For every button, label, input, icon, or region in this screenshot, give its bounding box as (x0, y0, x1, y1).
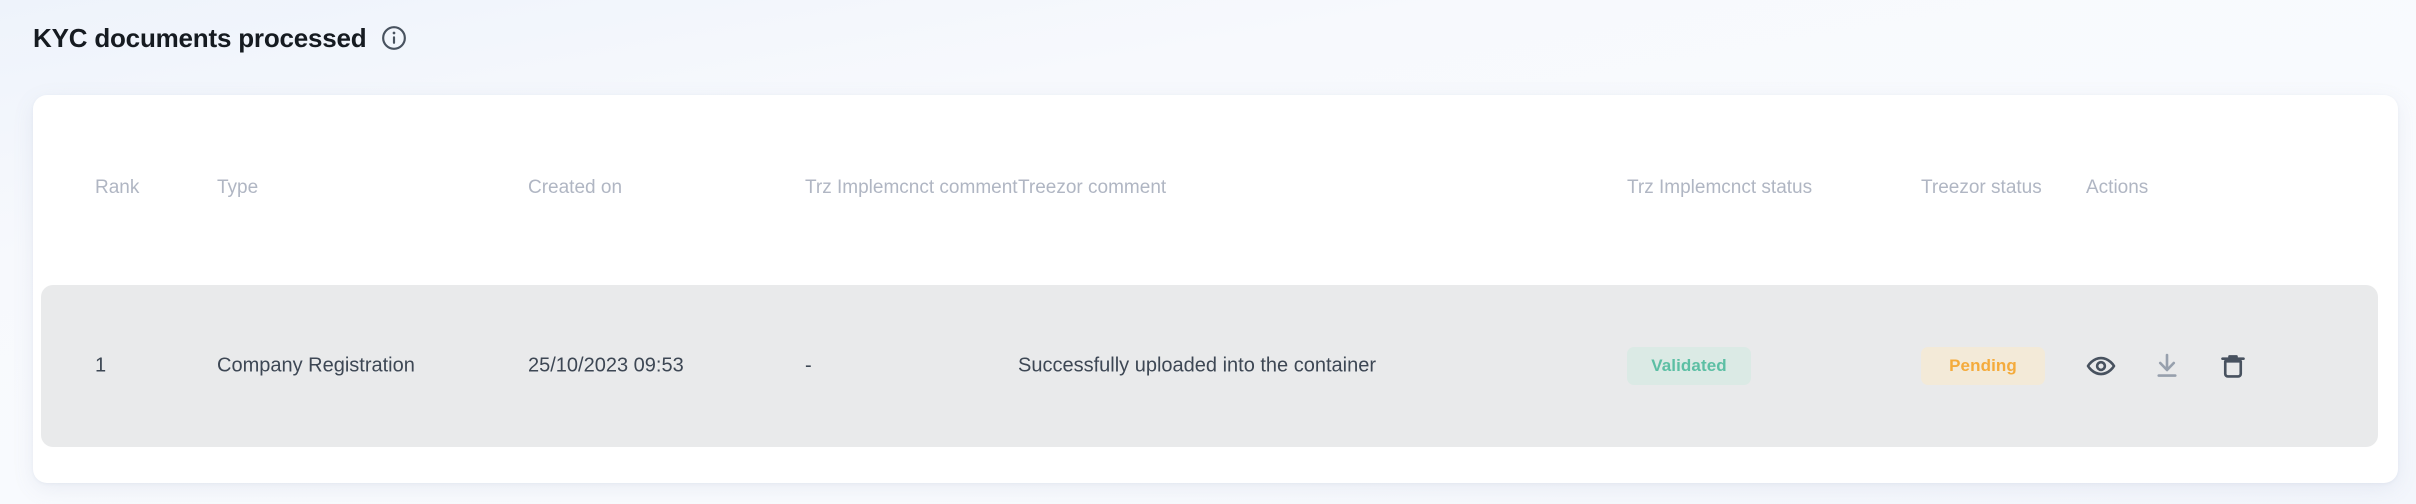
download-button[interactable] (2152, 351, 2182, 381)
cell-actions (2086, 351, 2248, 381)
column-header-treezor-comment: Treezor comment (1018, 177, 1167, 198)
download-icon (2152, 351, 2182, 381)
delete-icon (2218, 351, 2248, 381)
column-header-trz-implemcnct-status: Trz Implemcnct status (1627, 177, 1813, 198)
delete-button[interactable] (2218, 351, 2248, 381)
table-row[interactable]: 1 Company Registration 25/10/2023 09:53 … (41, 285, 2378, 447)
cell-rank: 1 (95, 354, 107, 377)
table-header-row: Rank Type Created on Trz Implemcnct comm… (33, 95, 2398, 285)
view-button[interactable] (2086, 351, 2116, 381)
status-badge-pending: Pending (1921, 347, 2045, 385)
column-header-created-on: Created on (528, 177, 623, 198)
cell-treezor-comment: Successfully uploaded into the container (1018, 354, 1377, 377)
cell-trz-implemcnct-comment: - (805, 354, 812, 377)
column-header-rank: Rank (95, 177, 140, 198)
cell-type: Company Registration (217, 354, 415, 377)
cell-treezor-status: Pending (1921, 347, 2045, 385)
section-header: KYC documents processed (33, 20, 407, 56)
column-header-trz-implemcnct-comment: Trz Implemcnct comment (805, 177, 1018, 198)
cell-trz-implemcnct-status: Validated (1627, 347, 1751, 385)
kyc-documents-table: Rank Type Created on Trz Implemcnct comm… (33, 95, 2398, 483)
view-icon (2086, 351, 2116, 381)
row-actions (2086, 351, 2248, 381)
column-header-type: Type (217, 177, 259, 198)
cell-created-on: 25/10/2023 09:53 (528, 354, 684, 377)
info-circle-icon[interactable] (381, 25, 407, 51)
kyc-documents-card: Rank Type Created on Trz Implemcnct comm… (33, 95, 2398, 483)
status-badge-validated: Validated (1627, 347, 1751, 385)
page-title: KYC documents processed (33, 22, 367, 53)
column-header-treezor-status: Treezor status (1921, 177, 2042, 198)
column-header-actions: Actions (2086, 177, 2149, 198)
